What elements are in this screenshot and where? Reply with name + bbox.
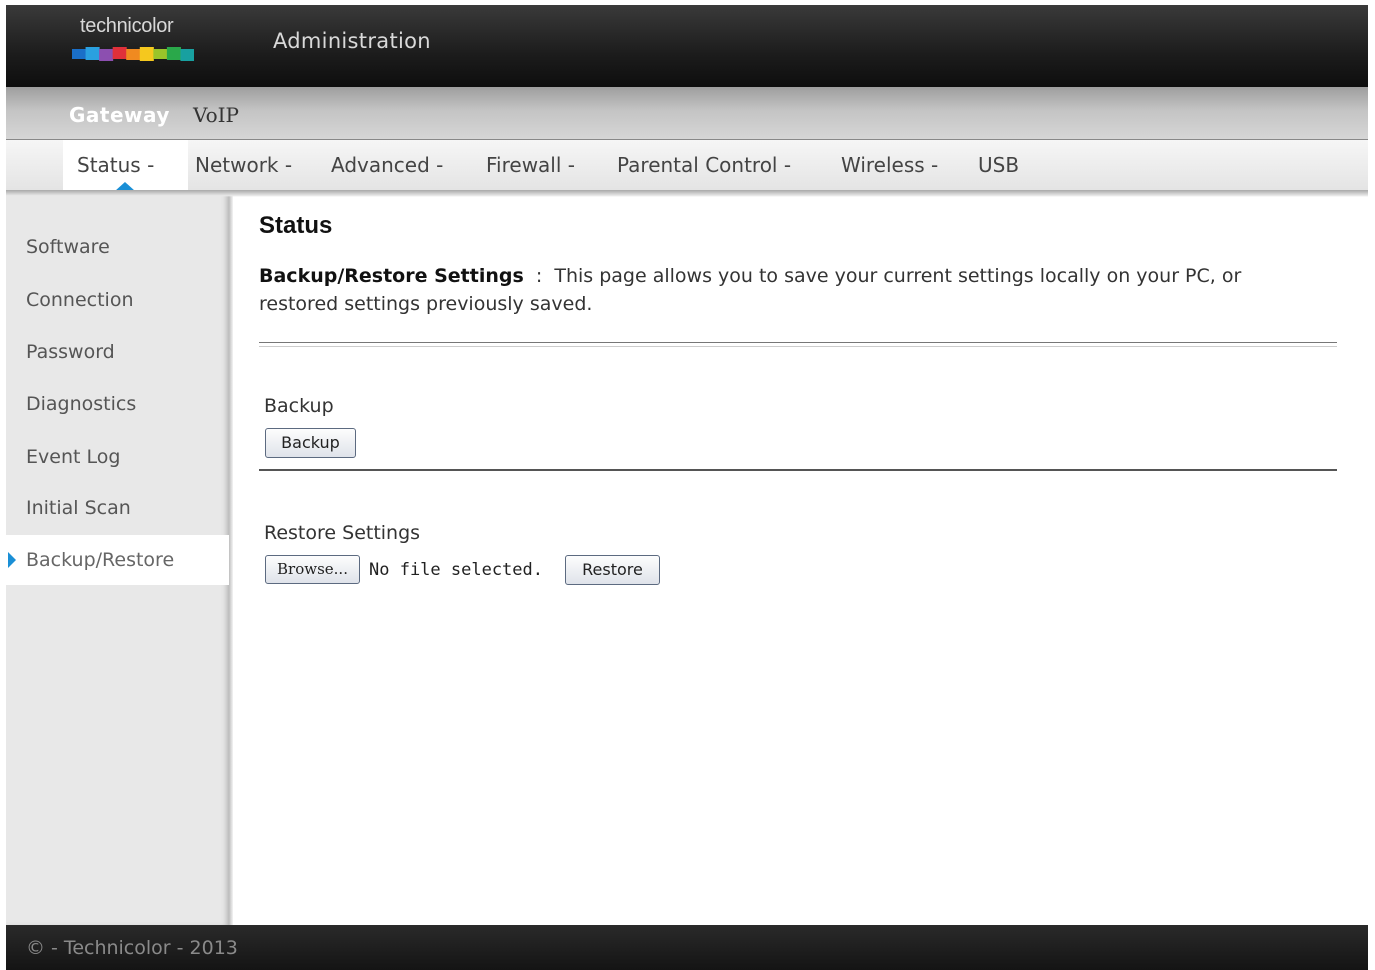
logo-bar-segment: [166, 47, 181, 60]
top-menu: Gateway VoIP: [6, 87, 1368, 140]
sidebar-item-event-log[interactable]: Event Log: [6, 432, 229, 482]
sidebar-item-diagnostics[interactable]: Diagnostics: [6, 379, 229, 429]
tab-parental-control[interactable]: Parental Control -: [617, 153, 791, 177]
logo-bar-segment: [139, 47, 154, 61]
logo-bar-segment: [112, 47, 127, 59]
sidebar-divider: [229, 190, 233, 925]
sidebar-item-connection[interactable]: Connection: [6, 275, 229, 325]
copyright-text: © - Technicolor - 2013: [26, 937, 238, 959]
tab-status[interactable]: Status -: [77, 153, 154, 177]
color-bar-icon: [72, 47, 194, 61]
sidebar-item-initial-scan[interactable]: Initial Scan: [6, 483, 229, 533]
logo-text: technicolor: [80, 15, 174, 37]
browse-button[interactable]: Browse...: [265, 555, 360, 584]
sidebar: Software Connection Password Diagnostics…: [6, 190, 229, 925]
tab-firewall[interactable]: Firewall -: [486, 153, 575, 177]
tab-wireless[interactable]: Wireless -: [841, 153, 938, 177]
restore-button[interactable]: Restore: [565, 555, 660, 585]
sidebar-item-password[interactable]: Password: [6, 327, 229, 377]
logo-bar-segment: [72, 49, 87, 59]
file-selection-status: No file selected.: [369, 560, 543, 580]
tab-network[interactable]: Network -: [195, 153, 292, 177]
active-item-arrow-icon: [8, 552, 16, 568]
sub-menu: Status - Network - Advanced - Firewall -…: [6, 140, 1368, 191]
page-title: Status: [259, 212, 333, 239]
divider: [259, 469, 1337, 471]
divider: [259, 342, 1337, 347]
logo-bar-segment: [85, 47, 100, 60]
logo-bar-segment: [99, 49, 114, 61]
description-heading: Backup/Restore Settings: [259, 265, 524, 287]
page-description: Backup/Restore Settings : This page allo…: [259, 262, 1279, 318]
sidebar-item-label: Backup/Restore: [26, 549, 175, 571]
logo-bar-segment: [180, 49, 194, 61]
sidebar-item-software[interactable]: Software: [6, 222, 229, 272]
restore-section-label: Restore Settings: [264, 522, 421, 544]
page-header-title: Administration: [273, 29, 431, 53]
footer: © - Technicolor - 2013: [6, 925, 1368, 970]
app-frame: technicolor Administration Gateway VoIP …: [6, 5, 1368, 970]
technicolor-logo[interactable]: technicolor: [72, 15, 194, 67]
backup-button[interactable]: Backup: [265, 428, 356, 458]
topmenu-item-voip[interactable]: VoIP: [193, 103, 239, 127]
logo-bar-segment: [126, 49, 141, 60]
topmenu-item-gateway[interactable]: Gateway: [69, 103, 170, 127]
sidebar-item-backup-restore[interactable]: Backup/Restore: [6, 535, 229, 585]
tab-advanced[interactable]: Advanced -: [331, 153, 443, 177]
backup-section-label: Backup: [264, 395, 334, 417]
logo-bar-segment: [153, 49, 168, 59]
submenu-shadow: [6, 190, 1368, 197]
header: technicolor Administration: [6, 5, 1368, 87]
tab-usb[interactable]: USB: [978, 153, 1019, 177]
